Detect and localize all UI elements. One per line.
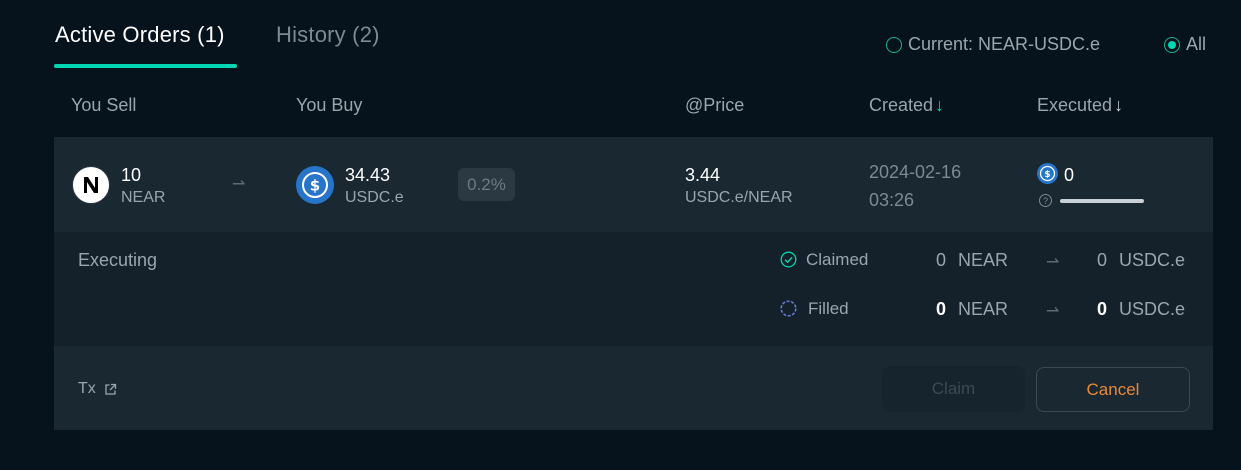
arrow-right-icon: ⇀ bbox=[1046, 303, 1060, 320]
created-date: 2024-02-16 bbox=[869, 162, 962, 182]
price-value: 3.44 bbox=[685, 165, 721, 185]
claimed-near-symbol: NEAR bbox=[958, 250, 1009, 270]
executed-amount: 0 bbox=[1064, 165, 1075, 185]
column-header-executed[interactable]: Executed ↓ bbox=[1037, 95, 1123, 116]
sell-amount: 10 bbox=[121, 165, 142, 185]
filled-label: Filled bbox=[808, 299, 849, 318]
buy-symbol: USDC.e bbox=[345, 189, 404, 206]
order-detail bbox=[54, 232, 1213, 346]
buy-amount: 34.43 bbox=[345, 165, 391, 185]
filled-usdc-value: 0 bbox=[1097, 299, 1108, 319]
column-header-created[interactable]: Created ↓ bbox=[869, 95, 944, 116]
filled-near-value: 0 bbox=[936, 299, 947, 319]
filled-usdc-symbol: USDC.e bbox=[1119, 299, 1186, 319]
sort-desc-icon: ↓ bbox=[935, 95, 945, 115]
near-token-icon bbox=[72, 166, 110, 204]
filter-current-label: Current: NEAR-USDC.e bbox=[908, 34, 1101, 54]
tab-active-orders[interactable]: Active Orders (1) bbox=[55, 22, 225, 48]
radio-checked-icon bbox=[1164, 36, 1180, 53]
check-circle-icon bbox=[780, 251, 797, 268]
column-header-price: @Price bbox=[685, 95, 745, 115]
filter-current-pair[interactable]: Current: NEAR-USDC.e bbox=[886, 34, 1100, 55]
claimed-near-value: 0 bbox=[936, 250, 947, 270]
filled-near-symbol: NEAR bbox=[958, 299, 1009, 319]
order-status: Executing bbox=[78, 250, 158, 270]
radio-unchecked-icon bbox=[886, 36, 902, 53]
external-link-icon bbox=[105, 383, 116, 395]
cancel-button[interactable]: Cancel bbox=[1036, 367, 1190, 412]
arrow-right-icon: ⇀ bbox=[1046, 254, 1060, 271]
filter-all[interactable]: All bbox=[1164, 34, 1206, 55]
claim-button[interactable]: Claim bbox=[882, 366, 1025, 412]
claimed-usdc-symbol: USDC.e bbox=[1119, 250, 1186, 270]
usdc-token-icon: $ bbox=[1037, 163, 1058, 184]
svg-text:$: $ bbox=[1044, 170, 1050, 180]
price-unit: USDC.e/NEAR bbox=[685, 189, 793, 206]
claimed-label: Claimed bbox=[806, 250, 869, 269]
sort-desc-icon: ↓ bbox=[1114, 95, 1124, 115]
tx-link[interactable]: Tx bbox=[78, 380, 117, 398]
tab-history[interactable]: History (2) bbox=[276, 22, 380, 48]
fee-badge: 0.2% bbox=[458, 168, 515, 201]
created-header-label: Created bbox=[869, 95, 934, 115]
orders-panel: Active Orders (1) History (2) Current: N… bbox=[0, 0, 1241, 470]
executed-progress-bar bbox=[1060, 199, 1144, 203]
executed-header-label: Executed bbox=[1037, 95, 1113, 115]
tx-label: Tx bbox=[78, 380, 96, 397]
column-header-you-buy: You Buy bbox=[296, 95, 363, 115]
usdc-token-icon: $ bbox=[296, 166, 334, 204]
column-header-you-sell: You Sell bbox=[71, 95, 137, 115]
help-icon[interactable]: ? bbox=[1039, 194, 1052, 207]
svg-text:$: $ bbox=[310, 177, 320, 195]
filter-all-label: All bbox=[1186, 34, 1207, 54]
order-row bbox=[54, 137, 1213, 232]
created-time: 03:26 bbox=[869, 190, 915, 210]
sell-symbol: NEAR bbox=[121, 189, 166, 206]
loading-circle-icon bbox=[780, 300, 797, 317]
active-tab-indicator bbox=[54, 64, 237, 68]
swap-arrow-icon: ⇀ bbox=[232, 176, 246, 193]
claimed-usdc-value: 0 bbox=[1097, 250, 1108, 270]
